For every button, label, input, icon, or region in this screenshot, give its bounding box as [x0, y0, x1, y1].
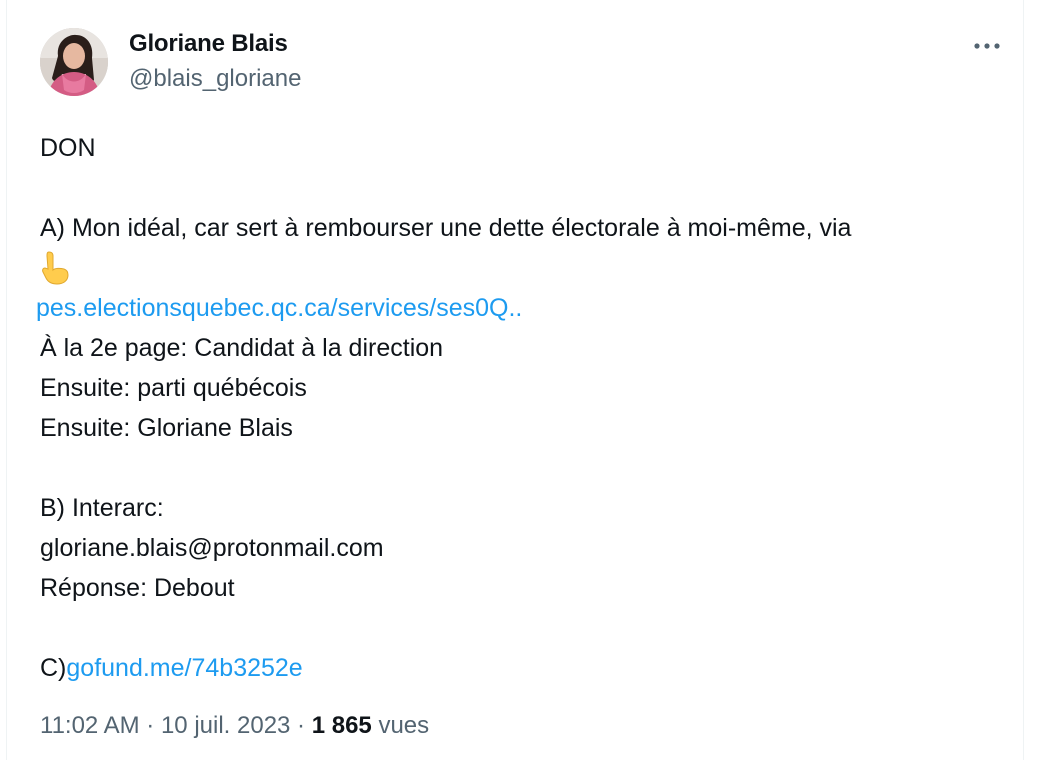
- tweet-line: DON: [40, 134, 96, 162]
- tweet-line: B) Interarc:: [40, 494, 164, 522]
- views-label: vues: [371, 712, 430, 739]
- tweet-line: Réponse: Debout: [40, 574, 235, 602]
- tweet-time[interactable]: 11:02 AM: [40, 712, 140, 739]
- avatar-image: [40, 28, 108, 96]
- tweet-card: Gloriane Blais @blais_gloriane DON A) Mo…: [6, 0, 1024, 760]
- tweet-line: Ensuite: Gloriane Blais: [40, 414, 293, 442]
- author-handle[interactable]: @blais_gloriane: [129, 65, 301, 93]
- views-count: 1 865: [311, 712, 372, 739]
- author-name[interactable]: Gloriane Blais: [129, 30, 288, 58]
- tweet-line: C)gofund.me/74b3252e: [40, 648, 1000, 688]
- tweet-line: Ensuite: parti québécois: [40, 374, 307, 402]
- tweet-line: A) Mon idéal, car sert à rembourser une …: [40, 214, 852, 242]
- option-c-prefix: C): [40, 654, 67, 682]
- election-link[interactable]: pes.electionsquebec.qc.ca/services/ses0Q…: [36, 294, 522, 322]
- more-options-icon[interactable]: [969, 32, 1005, 60]
- gofundme-link[interactable]: gofund.me/74b3252e: [66, 654, 302, 682]
- tweet-date[interactable]: 10 juil. 2023: [161, 712, 290, 739]
- tweet-text: DON A) Mon idéal, car sert à rembourser …: [36, 128, 1000, 688]
- tweet-line: gloriane.blais@protonmail.com: [40, 534, 384, 562]
- tweet-line: [40, 248, 1000, 288]
- pointing-down-icon: [40, 250, 70, 286]
- tweet-line: À la 2e page: Candidat à la direction: [40, 334, 444, 362]
- tweet-meta: 11:02 AM · 10 juil. 2023 · 1 865 vues: [40, 712, 430, 739]
- avatar[interactable]: [40, 28, 108, 96]
